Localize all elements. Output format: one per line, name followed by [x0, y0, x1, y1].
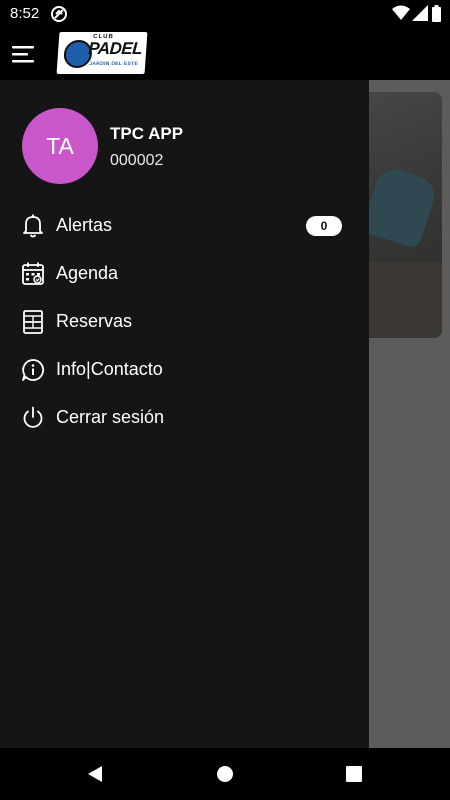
app-bar: CLUB PADEL JARDIN DEL ESTE [0, 28, 450, 80]
recents-icon[interactable] [346, 766, 362, 787]
sync-icon [50, 5, 68, 27]
menu-item-agenda[interactable]: Agenda [0, 252, 369, 296]
logo-subtitle-text: JARDIN DEL ESTE [89, 61, 139, 67]
court-icon [21, 309, 45, 335]
user-id: 000002 [110, 152, 164, 169]
status-time: 8:52 [10, 5, 40, 22]
menu-label-alertas: Alertas [56, 215, 113, 235]
alerts-count-badge: 0 [306, 216, 342, 236]
menu-item-alertas[interactable]: Alertas 0 [0, 204, 369, 248]
avatar[interactable]: TA [22, 108, 98, 184]
status-bar: 8:52 [0, 0, 450, 28]
calendar-icon [21, 261, 45, 287]
logo-name-text: PADEL [87, 39, 143, 58]
user-name: TPC APP [110, 124, 184, 143]
navigation-drawer: TA TPC APP 000002 Alertas 0 Agenda Reser… [0, 80, 369, 748]
menu-label-info-contacto: Info|Contacto [56, 359, 163, 379]
club-padel-logo: CLUB PADEL JARDIN DEL ESTE [56, 32, 148, 74]
signal-icon [412, 5, 428, 25]
hamburger-icon[interactable] [10, 42, 38, 66]
player-image [360, 164, 440, 250]
battery-icon [432, 5, 441, 26]
menu-item-cerrar-sesion[interactable]: Cerrar sesión [0, 396, 369, 440]
menu-item-info-contacto[interactable]: Info|Contacto [0, 348, 369, 392]
menu-label-agenda: Agenda [56, 263, 119, 283]
menu-label-cerrar-sesion: Cerrar sesión [56, 407, 165, 427]
menu-item-reservas[interactable]: Reservas [0, 300, 369, 344]
system-nav-bar [0, 748, 450, 800]
back-icon[interactable] [86, 765, 104, 788]
wifi-icon [392, 5, 410, 25]
home-icon[interactable] [217, 766, 233, 787]
menu-label-reservas: Reservas [56, 311, 133, 331]
power-icon [21, 405, 45, 431]
info-chat-icon [21, 357, 45, 383]
bell-icon [21, 213, 45, 239]
